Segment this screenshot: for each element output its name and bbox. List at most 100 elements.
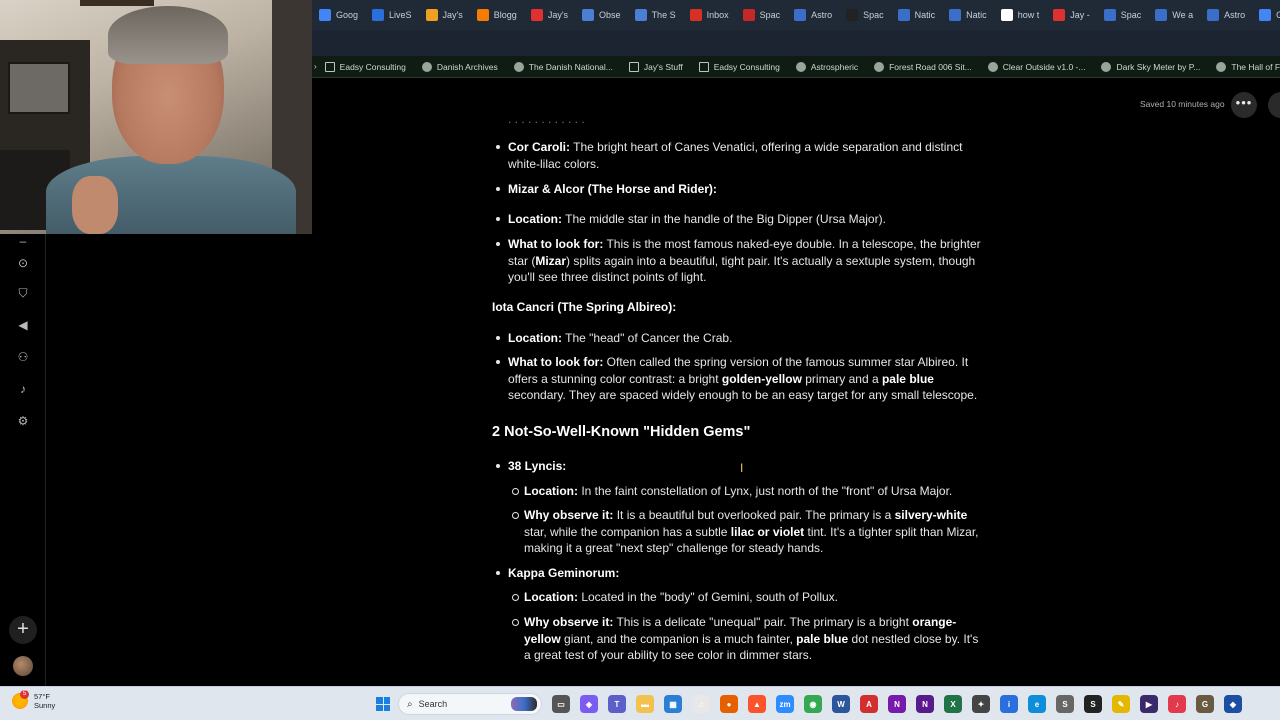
side-panel-button[interactable] (1268, 92, 1280, 118)
search-icon: ⌕ (407, 698, 413, 710)
browser-tab[interactable]: Natic (942, 0, 994, 30)
tab-label: Spac (863, 10, 884, 20)
stellarium-icon[interactable]: S (1056, 695, 1074, 713)
app-icon[interactable]: ◆ (1224, 695, 1242, 713)
tab-favicon-icon (1000, 9, 1013, 21)
browser-tab[interactable]: Jay - (1046, 0, 1097, 30)
lyncis-title-item: 38 Lyncis: (496, 458, 988, 475)
gear-icon[interactable]: ⚙ (16, 414, 30, 428)
bookmark-label: The Hall of Fire - In... (1231, 61, 1280, 72)
lyncis-title: 38 Lyncis: (508, 459, 567, 473)
browser-tab[interactable]: Jay's (419, 0, 470, 30)
browser-tab[interactable]: Spac (1097, 0, 1149, 30)
start-button[interactable] (376, 697, 390, 711)
tab-favicon-icon (794, 9, 807, 21)
taskbar: 5 57°F Sunny ⌕ Search ▭ ◈ T ▬ ▦ ♫ ● ▲ zm ◉ W A N N X ✦ i… (0, 686, 1280, 720)
browser-tab[interactable]: We a (1148, 0, 1200, 30)
gamepad-icon[interactable]: ⊙ (16, 256, 30, 270)
browser-tab[interactable]: Astro (1200, 0, 1252, 30)
folder-icon[interactable]: ▬ (636, 695, 654, 713)
browser-tab[interactable]: Spac (839, 0, 891, 30)
mizar-what-text-2: ) splits again into a beautiful, tight p… (508, 253, 976, 285)
tab-label: Spac (1120, 10, 1142, 20)
bookmark-label: Eadsy Consulting (713, 61, 780, 72)
file-explorer-icon[interactable]: ▭ (552, 695, 570, 713)
itunes-icon[interactable]: ♫ (692, 695, 710, 713)
firefox-icon[interactable]: ● (720, 695, 738, 713)
people-icon[interactable]: ⚇ (16, 350, 30, 364)
bookmark-item[interactable]: Eadsy Consulting (691, 61, 788, 72)
bookmark-item[interactable]: The Hall of Fire - In... (1208, 61, 1280, 72)
bookmark-item[interactable]: Astrospheric (788, 61, 866, 72)
browser-tab[interactable]: LiveS (365, 0, 419, 30)
browser-tab[interactable]: Blogg (470, 0, 524, 30)
silvery-white-bold: silvery-white (894, 508, 968, 522)
iota-what-text-2: primary and a (801, 371, 882, 386)
chrome-icon[interactable]: ◉ (804, 695, 822, 713)
store-icon[interactable]: ▦ (664, 695, 682, 713)
browser-tab[interactable]: Goog (312, 0, 365, 30)
kappa-why-item: Why observe it: This is a delicate "uneq… (512, 614, 988, 664)
bell-icon[interactable]: ♪ (16, 382, 30, 396)
collapse-icon[interactable]: – (16, 234, 30, 248)
bookmark-item[interactable]: Eadsy Consulting (317, 61, 414, 72)
teams-icon[interactable]: T (608, 695, 626, 713)
bookmark-item[interactable]: Dark Sky Meter by P... (1093, 61, 1208, 72)
taskbar-search[interactable]: ⌕ Search (398, 693, 542, 715)
tab-label: Inbox (706, 10, 729, 20)
shield-icon[interactable]: ⛉ (16, 286, 30, 300)
browser-tab[interactable]: Spac (736, 0, 788, 30)
tab-favicon-icon (319, 9, 331, 21)
browser-tab[interactable]: The S (628, 0, 683, 30)
lyncis-location-item: Location: In the faint constellation of … (512, 483, 988, 500)
why-label: Why observe it: (524, 508, 614, 522)
more-options-button[interactable]: ••• (1231, 92, 1257, 118)
iota-location-item: Location: The "head" of Cancer the Crab. (496, 330, 988, 347)
word-icon[interactable]: W (832, 695, 850, 713)
kappa-title: Kappa Geminorum: (508, 566, 620, 580)
browser-tab[interactable]: Astro (787, 0, 839, 30)
browser-tab[interactable]: Inbox (683, 0, 736, 30)
megaphone-icon[interactable]: ◀ (16, 318, 30, 332)
music-icon[interactable]: ♪ (1168, 695, 1186, 713)
browser-tab[interactable]: Obse (575, 0, 628, 30)
location-label: Location: (524, 484, 578, 498)
weather-widget[interactable]: 5 57°F Sunny (12, 690, 55, 710)
tab-label: The S (651, 10, 676, 20)
bookmark-label: Clear Outside v1.0 -... (1002, 61, 1086, 72)
browser-tab[interactable]: Jay's (524, 0, 575, 30)
bookmark-item[interactable]: The Danish National... (506, 61, 621, 72)
bookmark-label: Astrospheric (810, 61, 859, 72)
bookmark-item[interactable]: Danish Archives (414, 61, 506, 72)
folder-icon (324, 61, 335, 72)
video-icon[interactable]: ▶ (1140, 695, 1158, 713)
onenote-icon[interactable]: N (888, 695, 906, 713)
browser-tab[interactable]: Natic (891, 0, 943, 30)
onenote2-icon[interactable]: N (916, 695, 934, 713)
zoom-icon[interactable]: zm (776, 695, 794, 713)
edge-icon[interactable]: e (1028, 695, 1046, 713)
bookmark-item[interactable]: Forest Road 006 Sit... (866, 61, 980, 72)
tab-label: LiveS (389, 10, 412, 20)
gimp-icon[interactable]: G (1196, 695, 1214, 713)
avatar[interactable] (13, 656, 33, 676)
lyncis-why-text: It is a beautiful but overlooked pair. T… (613, 508, 895, 522)
bird-icon[interactable]: ✦ (972, 695, 990, 713)
slack-icon[interactable]: S (1084, 695, 1102, 713)
book-icon (1216, 61, 1227, 72)
browser-tab[interactable]: Goog (1252, 0, 1280, 30)
bookmark-item[interactable]: Jay's Stuff (621, 61, 691, 72)
pencil-icon[interactable]: ✎ (1112, 695, 1130, 713)
new-chat-button[interactable]: + (9, 616, 37, 644)
tab-favicon-icon (1259, 9, 1272, 21)
copilot-icon[interactable]: ◈ (580, 695, 598, 713)
moon-icon (987, 61, 998, 72)
bookmark-item[interactable]: Clear Outside v1.0 -... (980, 61, 1094, 72)
info-icon[interactable]: i (1000, 695, 1018, 713)
excel-icon[interactable]: X (944, 695, 962, 713)
browser-tab[interactable]: how t (994, 0, 1047, 30)
tab-favicon-icon (897, 9, 910, 21)
iota-what-item: What to look for: Often called the sprin… (496, 354, 988, 404)
brave-icon[interactable]: ▲ (748, 695, 766, 713)
acrobat-icon[interactable]: A (860, 695, 878, 713)
